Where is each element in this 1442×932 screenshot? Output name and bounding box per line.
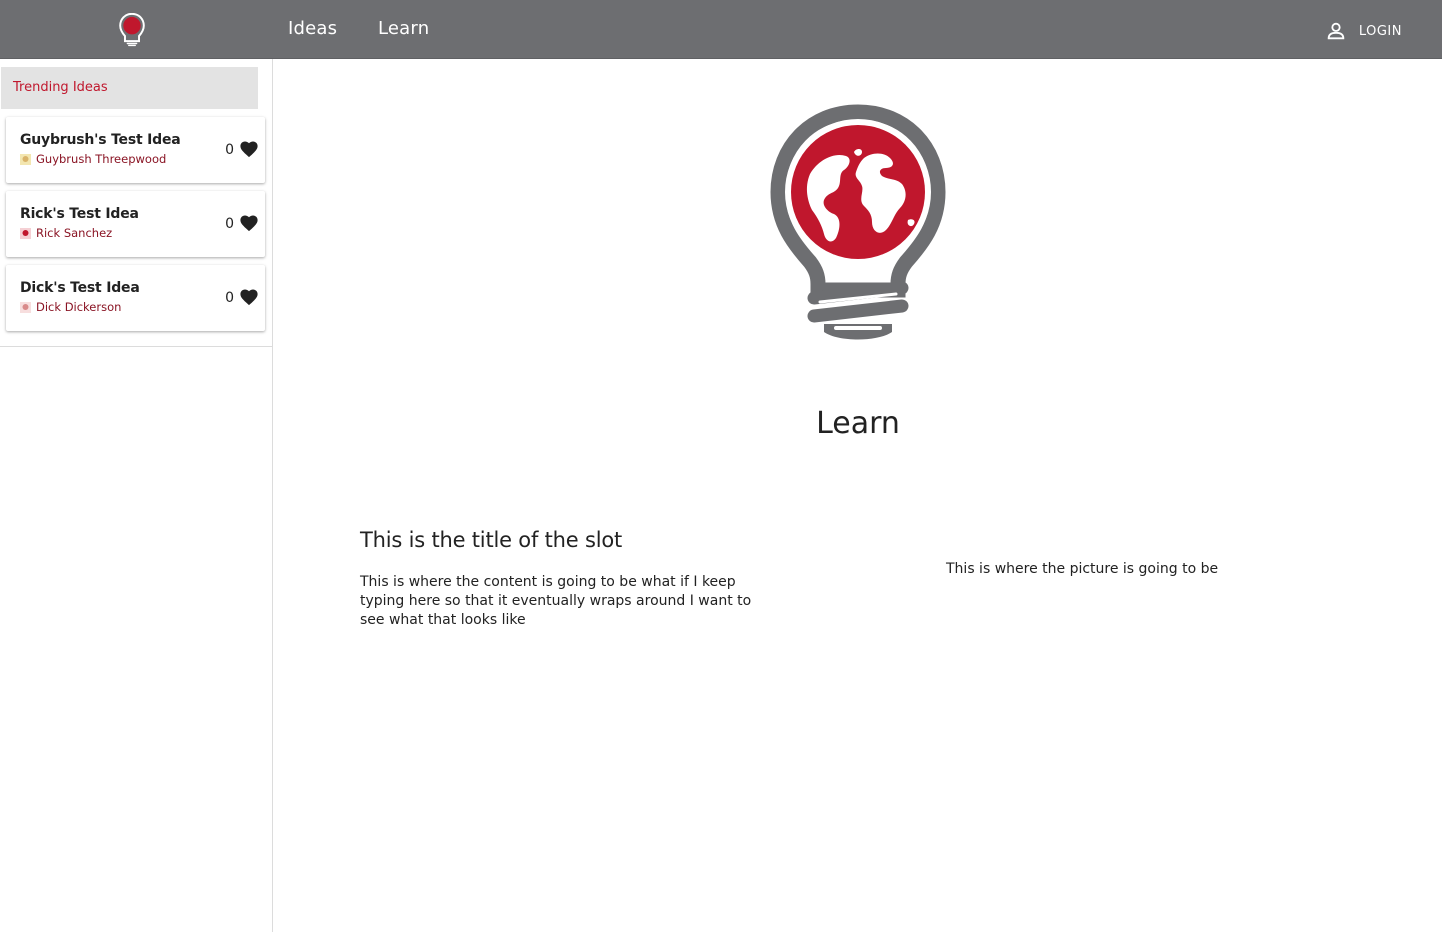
user-icon: [1327, 22, 1345, 40]
like-count: 0: [225, 290, 234, 306]
idea-card-rick[interactable]: Rick's Test Idea Rick Sanchez 0: [6, 191, 265, 257]
idea-author[interactable]: Rick Sanchez: [20, 226, 112, 240]
lightbulb-globe-logo-icon[interactable]: [118, 13, 146, 47]
idea-title: Guybrush's Test Idea: [20, 132, 181, 148]
idea-title: Dick's Test Idea: [20, 280, 140, 296]
page-title-text: Learn: [816, 406, 900, 441]
idea-card-guybrush[interactable]: Guybrush's Test Idea Guybrush Threepwood…: [6, 117, 265, 183]
trending-ideas-header: Trending Ideas: [1, 67, 258, 109]
idea-card-dick[interactable]: Dick's Test Idea Dick Dickerson 0: [6, 265, 265, 331]
avatar-icon: [20, 301, 31, 313]
heart-icon[interactable]: [239, 288, 259, 306]
nav-ideas-link[interactable]: Ideas: [288, 18, 337, 39]
idea-author-name: Dick Dickerson: [36, 300, 122, 314]
idea-author-name: Guybrush Threepwood: [36, 152, 167, 166]
slot-title: This is the title of the slot: [360, 528, 623, 552]
sidebar-divider: [0, 346, 273, 347]
heart-icon[interactable]: [239, 214, 259, 232]
idea-author[interactable]: Dick Dickerson: [20, 300, 121, 314]
like-count: 0: [225, 142, 234, 158]
slot-picture-placeholder: This is where the picture is going to be: [946, 561, 1219, 577]
nav-learn-link[interactable]: Learn: [378, 18, 429, 39]
heart-icon[interactable]: [239, 140, 259, 158]
page-title: Learn: [0, 406, 1442, 441]
idea-author[interactable]: Guybrush Threepwood: [20, 152, 166, 166]
lightbulb-globe-icon: [770, 104, 946, 340]
idea-author-name: Rick Sanchez: [36, 226, 113, 240]
trending-sidebar: Trending Ideas Guybrush's Test Idea Guyb…: [0, 59, 273, 932]
idea-title: Rick's Test Idea: [20, 206, 139, 222]
avatar-icon: [20, 153, 31, 165]
like-count: 0: [225, 216, 234, 232]
slot-content: This is where the content is going to be…: [360, 574, 752, 628]
top-navigation-bar: Ideas Learn LOGIN: [0, 0, 1442, 59]
login-label: LOGIN: [1358, 23, 1402, 39]
login-button[interactable]: LOGIN: [1325, 20, 1402, 42]
avatar-icon: [20, 227, 31, 239]
